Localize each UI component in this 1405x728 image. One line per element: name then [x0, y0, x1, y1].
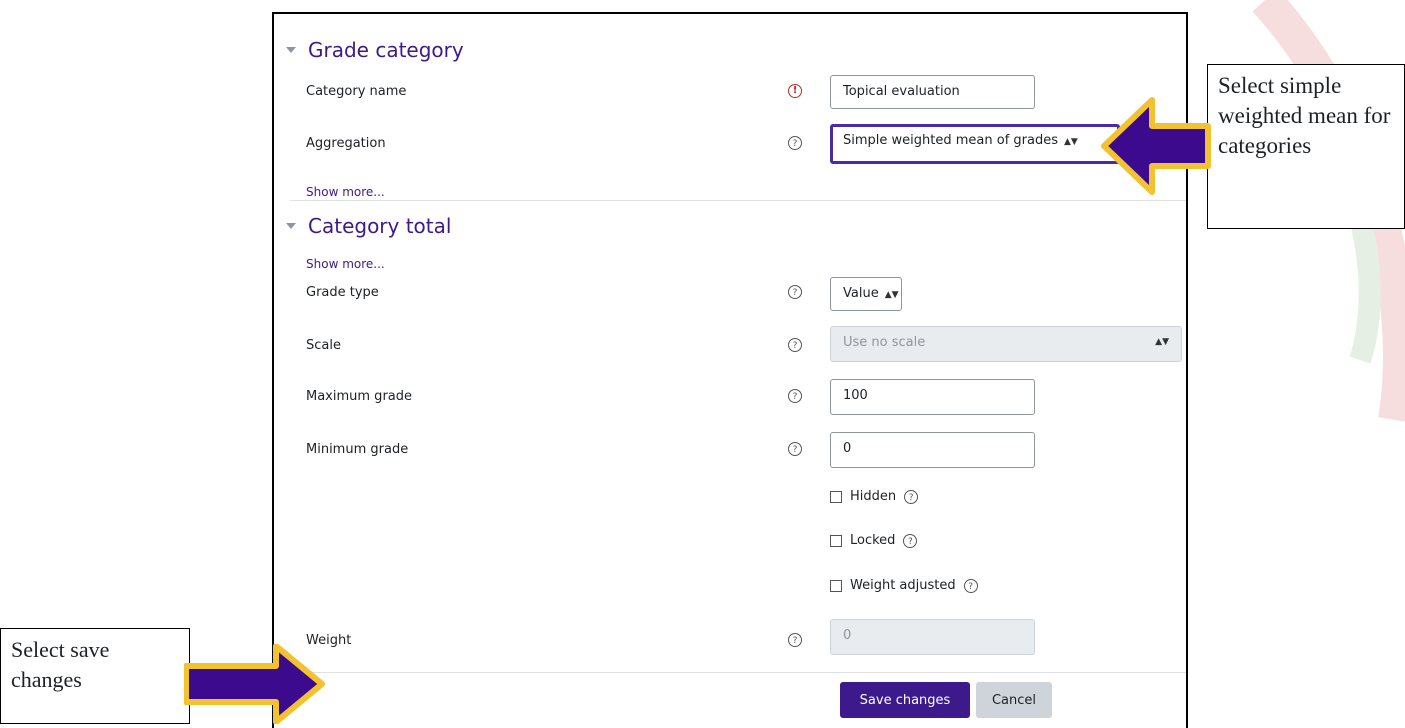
grade-type-label: Grade type: [306, 285, 379, 300]
maximum-grade-label: Maximum grade: [306, 389, 412, 404]
show-more-link[interactable]: Show more...: [306, 257, 385, 271]
help-icon[interactable]: ?: [788, 285, 802, 299]
weight-adjusted-checkbox-row[interactable]: Weight adjusted ?: [830, 578, 978, 593]
category-total-header[interactable]: Category total: [286, 214, 451, 238]
select-arrows-icon: ▲▼: [884, 290, 899, 300]
hidden-label: Hidden: [850, 489, 897, 504]
save-changes-button[interactable]: Save changes: [840, 682, 970, 718]
maximum-grade-input[interactable]: 100: [830, 379, 1035, 415]
help-icon[interactable]: ?: [963, 578, 978, 593]
grade-category-title: Grade category: [308, 38, 464, 62]
weight-adjusted-label: Weight adjusted: [850, 578, 956, 593]
arrow-right-icon: [184, 644, 325, 724]
select-arrows-icon: ▲▼: [1063, 137, 1078, 147]
footer-divider: [290, 672, 1186, 673]
category-name-input[interactable]: Topical evaluation: [830, 75, 1035, 109]
scale-select[interactable]: Use no scale ▲▼: [830, 326, 1182, 362]
aggregation-select[interactable]: Simple weighted mean of grades ▲▼: [830, 124, 1120, 164]
help-icon[interactable]: ?: [788, 338, 802, 352]
show-more-link[interactable]: Show more...: [306, 185, 385, 199]
help-icon[interactable]: ?: [788, 633, 802, 647]
select-arrows-icon: ▲▼: [1155, 337, 1169, 347]
section-divider: [290, 200, 1186, 201]
scale-value: Use no scale: [843, 335, 926, 350]
aggregation-callout: Select simple weighted mean for categori…: [1207, 64, 1405, 229]
category-total-title: Category total: [308, 214, 452, 238]
required-icon: !: [788, 84, 802, 98]
collapse-caret-icon[interactable]: [286, 47, 296, 53]
help-icon[interactable]: ?: [788, 442, 802, 456]
weight-adjusted-checkbox[interactable]: [830, 579, 842, 592]
hidden-checkbox[interactable]: [830, 490, 842, 503]
scale-label: Scale: [306, 338, 341, 353]
save-callout: Select save changes: [0, 628, 190, 724]
hidden-checkbox-row[interactable]: Hidden ?: [830, 489, 919, 504]
locked-label: Locked: [850, 533, 896, 548]
grade-type-value: Value: [843, 286, 879, 301]
cancel-button[interactable]: Cancel: [976, 682, 1052, 718]
grade-category-form: Grade category Category name ! Topical e…: [272, 12, 1188, 728]
help-icon[interactable]: ?: [903, 533, 918, 548]
locked-checkbox[interactable]: [830, 534, 842, 547]
help-icon[interactable]: ?: [788, 389, 802, 403]
aggregation-label: Aggregation: [306, 136, 386, 151]
minimum-grade-label: Minimum grade: [306, 442, 409, 457]
minimum-grade-input[interactable]: 0: [830, 432, 1035, 468]
locked-checkbox-row[interactable]: Locked ?: [830, 533, 918, 548]
collapse-caret-icon[interactable]: [286, 223, 296, 229]
grade-category-header[interactable]: Grade category: [286, 38, 464, 62]
category-name-label: Category name: [306, 84, 407, 99]
help-icon[interactable]: ?: [904, 489, 919, 504]
weight-input[interactable]: 0: [830, 619, 1035, 655]
aggregation-value: Simple weighted mean of grades: [843, 133, 1058, 148]
arrow-left-icon: [1101, 97, 1211, 195]
help-icon[interactable]: ?: [788, 136, 802, 150]
grade-type-select[interactable]: Value ▲▼: [830, 277, 902, 311]
